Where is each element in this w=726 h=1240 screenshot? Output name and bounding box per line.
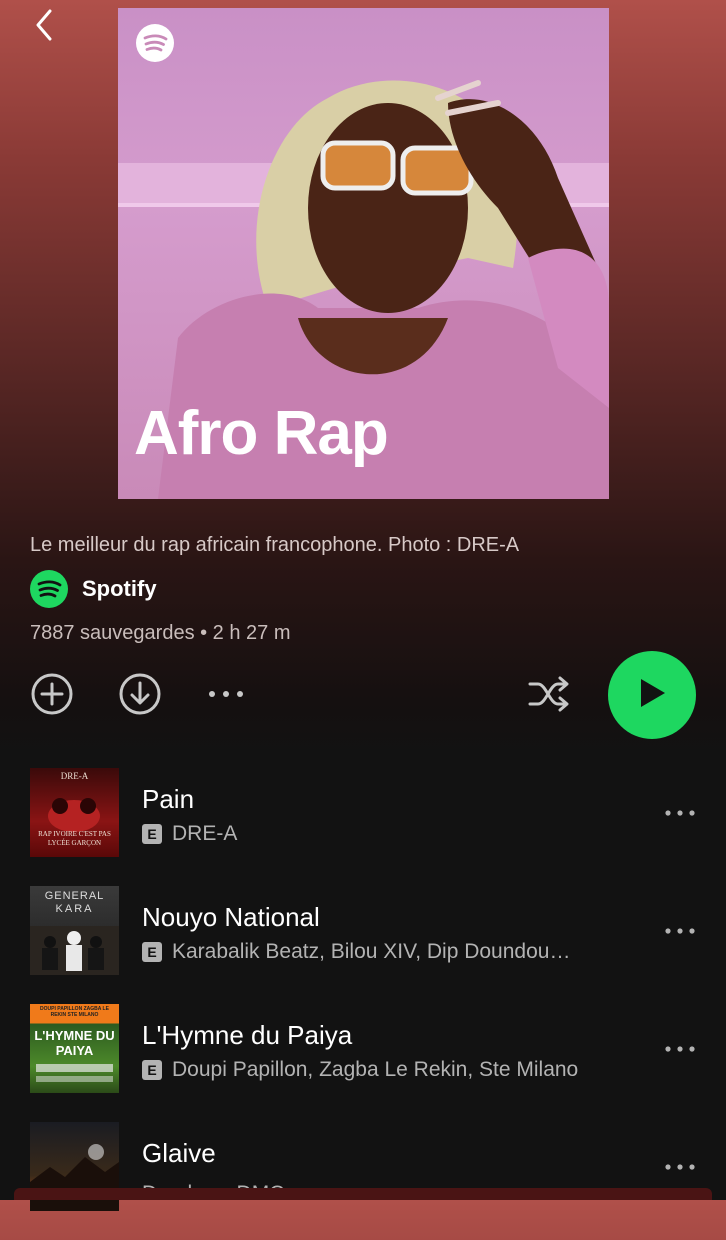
track-artists: Doupi Papillon, Zagba Le Rekin, Ste Mila… — [172, 1058, 579, 1081]
track-thumbnail: GENERAL KARA — [30, 886, 119, 975]
playlist-owner[interactable]: Spotify — [30, 570, 157, 608]
explicit-badge: E — [142, 942, 162, 962]
play-icon — [637, 677, 667, 714]
shuffle-button[interactable] — [524, 674, 574, 718]
shuffle-icon — [526, 674, 572, 719]
track-title: L'Hymne du Paiya — [142, 1020, 353, 1050]
cover-title: Afro Rap — [134, 399, 389, 468]
play-button[interactable] — [608, 651, 696, 739]
track-row[interactable]: DOUPI PAPILLON ZAGBA LE REKIN STE MILANO… — [0, 1004, 726, 1122]
track-list: DRE-A RAP IVOIRE C'EST PAS LYCÉE GARÇON … — [0, 768, 726, 1240]
more-horizontal-icon — [664, 804, 696, 822]
thumb-text-bottom: RAP IVOIRE C'EST PAS LYCÉE GARÇON — [38, 830, 111, 847]
download-button[interactable] — [118, 672, 162, 721]
track-artists-line: E Doupi Papillon, Zagba Le Rekin, Ste Mi… — [142, 1058, 578, 1082]
owner-name: Spotify — [82, 576, 157, 601]
track-artists-line: E Karabalik Beatz, Bilou XIV, Dip Doundo… — [142, 940, 570, 964]
mini-player-edge[interactable] — [14, 1188, 712, 1200]
track-title: Nouyo National — [142, 902, 320, 932]
thumb-text-top: DRE-A — [60, 771, 89, 781]
more-horizontal-icon — [206, 686, 246, 704]
more-horizontal-icon — [664, 1040, 696, 1058]
download-circle-icon — [118, 672, 162, 721]
spotify-logo-icon — [30, 570, 68, 608]
thumb-text-bottom: L'HYMNE DU PAIYA — [34, 1028, 115, 1058]
more-horizontal-icon — [664, 922, 696, 940]
more-options-button[interactable] — [204, 680, 248, 710]
back-button[interactable] — [28, 9, 60, 46]
chevron-left-icon — [34, 9, 54, 46]
track-more-button[interactable] — [660, 916, 700, 946]
thumb-text-top: DOUPI PAPILLON ZAGBA LE REKIN STE MILANO — [40, 1006, 109, 1018]
more-horizontal-icon — [664, 1158, 696, 1176]
track-row[interactable]: GENERAL KARA Nouyo National E Karabalik … — [0, 886, 726, 1004]
explicit-badge: E — [142, 824, 162, 844]
track-artists: DRE-A — [172, 822, 238, 845]
track-more-button[interactable] — [660, 1152, 700, 1182]
thumb-text-top: GENERAL — [44, 890, 105, 902]
thumb-text-bottom: KARA — [55, 903, 94, 915]
track-artists: Karabalik Beatz, Bilou XIV, Dip Doundou… — [172, 940, 571, 963]
track-title: Glaive — [142, 1138, 216, 1168]
playlist-cover: Afro Rap — [118, 8, 609, 499]
playlist-description: Le meilleur du rap africain francophone.… — [30, 534, 520, 556]
track-thumbnail: DRE-A RAP IVOIRE C'EST PAS LYCÉE GARÇON — [30, 768, 119, 857]
plus-circle-icon — [30, 672, 74, 721]
add-button[interactable] — [30, 672, 74, 721]
track-row[interactable]: Glaive Doudou…DMC — [0, 1122, 726, 1240]
track-row[interactable]: DRE-A RAP IVOIRE C'EST PAS LYCÉE GARÇON … — [0, 768, 726, 886]
track-title: Pain — [142, 784, 195, 814]
track-more-button[interactable] — [660, 798, 700, 828]
track-artists-line: E DRE-A — [142, 822, 237, 846]
playlist-meta: 7887 sauvegardes • 2 h 27 m — [30, 622, 291, 644]
spotify-logo-icon — [136, 24, 174, 62]
track-more-button[interactable] — [660, 1034, 700, 1064]
explicit-badge: E — [142, 1060, 162, 1080]
track-thumbnail: DOUPI PAPILLON ZAGBA LE REKIN STE MILANO… — [30, 1004, 119, 1093]
